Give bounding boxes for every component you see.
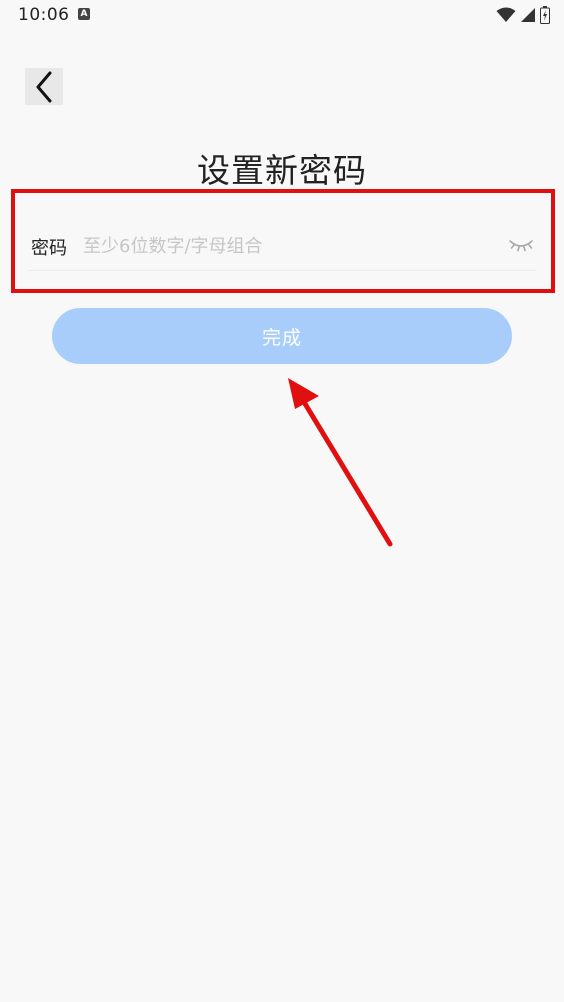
password-label: 密码: [31, 238, 67, 259]
notification-icon: A: [78, 8, 90, 20]
page-title: 设置新密码: [197, 151, 367, 190]
wifi-icon: [496, 7, 516, 22]
back-button[interactable]: [25, 68, 63, 105]
annotation-arrow: [288, 378, 393, 547]
eye-closed-icon[interactable]: [508, 235, 534, 255]
chevron-left-icon: [36, 71, 52, 102]
password-input[interactable]: [83, 228, 483, 264]
status-bar: 10:06 A: [0, 0, 564, 32]
status-icons: [496, 5, 550, 25]
battery-icon: [540, 6, 550, 24]
password-row: 密码: [28, 222, 536, 271]
status-time: 10:06: [18, 5, 70, 25]
submit-button[interactable]: 完成: [52, 308, 512, 364]
cellular-signal-icon: [521, 8, 535, 22]
